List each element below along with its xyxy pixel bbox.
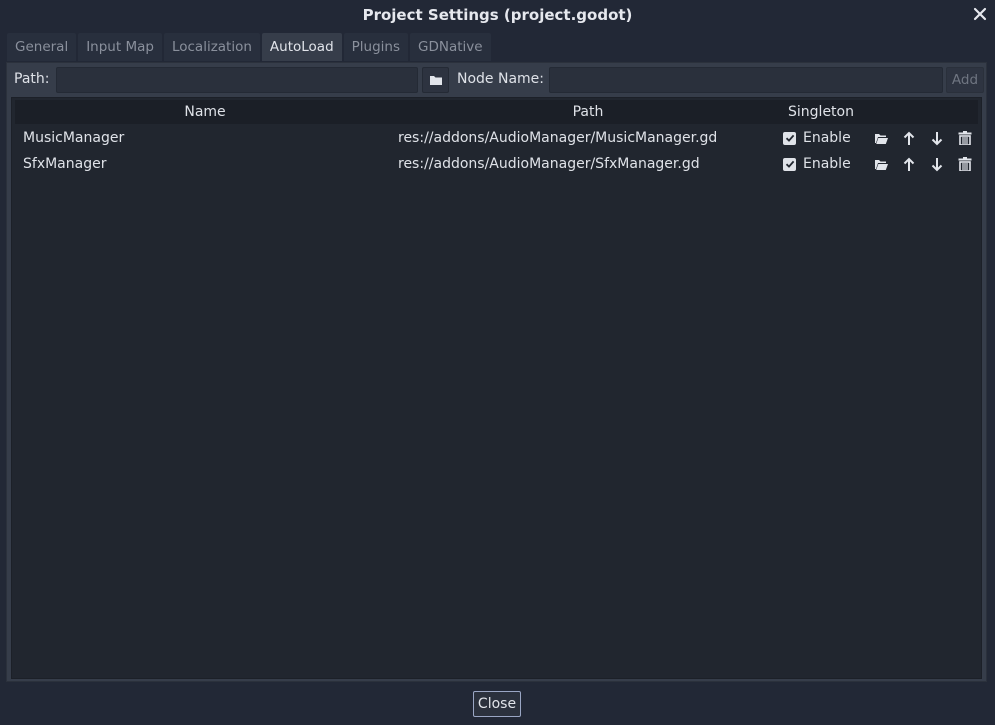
checkmark-icon — [785, 160, 794, 168]
move-up-icon[interactable] — [899, 155, 919, 173]
table-row[interactable]: MusicManager res://addons/AudioManager/M… — [15, 125, 978, 151]
open-folder-icon[interactable] — [871, 155, 891, 173]
dialog-title: Project Settings (project.godot) — [362, 6, 633, 24]
move-down-icon[interactable] — [927, 155, 947, 173]
project-settings-dialog: Project Settings (project.godot) General… — [0, 0, 995, 725]
title-bar: Project Settings (project.godot) — [0, 0, 995, 30]
node-name-field[interactable] — [549, 67, 943, 93]
column-header-path[interactable]: Path — [395, 100, 781, 124]
path-label: Path: — [14, 71, 50, 87]
close-button[interactable]: Close — [473, 691, 521, 717]
singleton-toggle[interactable]: Enable — [783, 125, 851, 151]
autoload-path[interactable]: res://addons/AudioManager/SfxManager.gd — [398, 151, 700, 177]
autoload-toolbar: Path: Node Name: Add — [7, 63, 986, 95]
singleton-checkbox[interactable] — [783, 131, 796, 145]
path-input[interactable] — [57, 68, 417, 92]
table-header: Name Path Singleton — [15, 100, 978, 124]
browse-path-button[interactable] — [422, 67, 449, 93]
table-row[interactable]: SfxManager res://addons/AudioManager/Sfx… — [15, 151, 978, 177]
column-header-singleton[interactable]: Singleton — [781, 100, 861, 124]
autoload-path[interactable]: res://addons/AudioManager/MusicManager.g… — [398, 125, 717, 151]
checkmark-icon — [785, 134, 794, 142]
tab-input-map[interactable]: Input Map — [78, 33, 162, 61]
open-folder-icon[interactable] — [871, 129, 891, 147]
column-header-name[interactable]: Name — [15, 100, 395, 124]
node-name-input[interactable] — [550, 68, 942, 92]
tab-localization[interactable]: Localization — [163, 33, 260, 61]
tab-gdnative[interactable]: GDNative — [410, 33, 491, 61]
tab-bar: General Input Map Localization AutoLoad … — [7, 33, 493, 62]
autoload-name[interactable]: MusicManager — [23, 125, 124, 151]
delete-icon[interactable] — [955, 155, 975, 173]
tab-plugins[interactable]: Plugins — [343, 33, 409, 61]
singleton-label: Enable — [803, 156, 851, 172]
tab-autoload[interactable]: AutoLoad — [261, 33, 342, 61]
tab-general[interactable]: General — [7, 33, 77, 61]
node-name-label: Node Name: — [457, 71, 545, 87]
singleton-toggle[interactable]: Enable — [783, 151, 851, 177]
folder-icon — [429, 76, 442, 85]
singleton-checkbox[interactable] — [783, 157, 796, 171]
add-button[interactable]: Add — [946, 67, 984, 93]
autoload-list[interactable]: Name Path Singleton MusicManager res://a… — [11, 97, 982, 679]
path-field[interactable] — [56, 67, 418, 93]
delete-icon[interactable] — [955, 129, 975, 147]
autoload-panel: Path: Node Name: Add Name Path Singleton — [6, 62, 987, 682]
close-icon[interactable] — [969, 3, 991, 25]
move-down-icon[interactable] — [927, 129, 947, 147]
move-up-icon[interactable] — [899, 129, 919, 147]
autoload-name[interactable]: SfxManager — [23, 151, 106, 177]
singleton-label: Enable — [803, 130, 851, 146]
